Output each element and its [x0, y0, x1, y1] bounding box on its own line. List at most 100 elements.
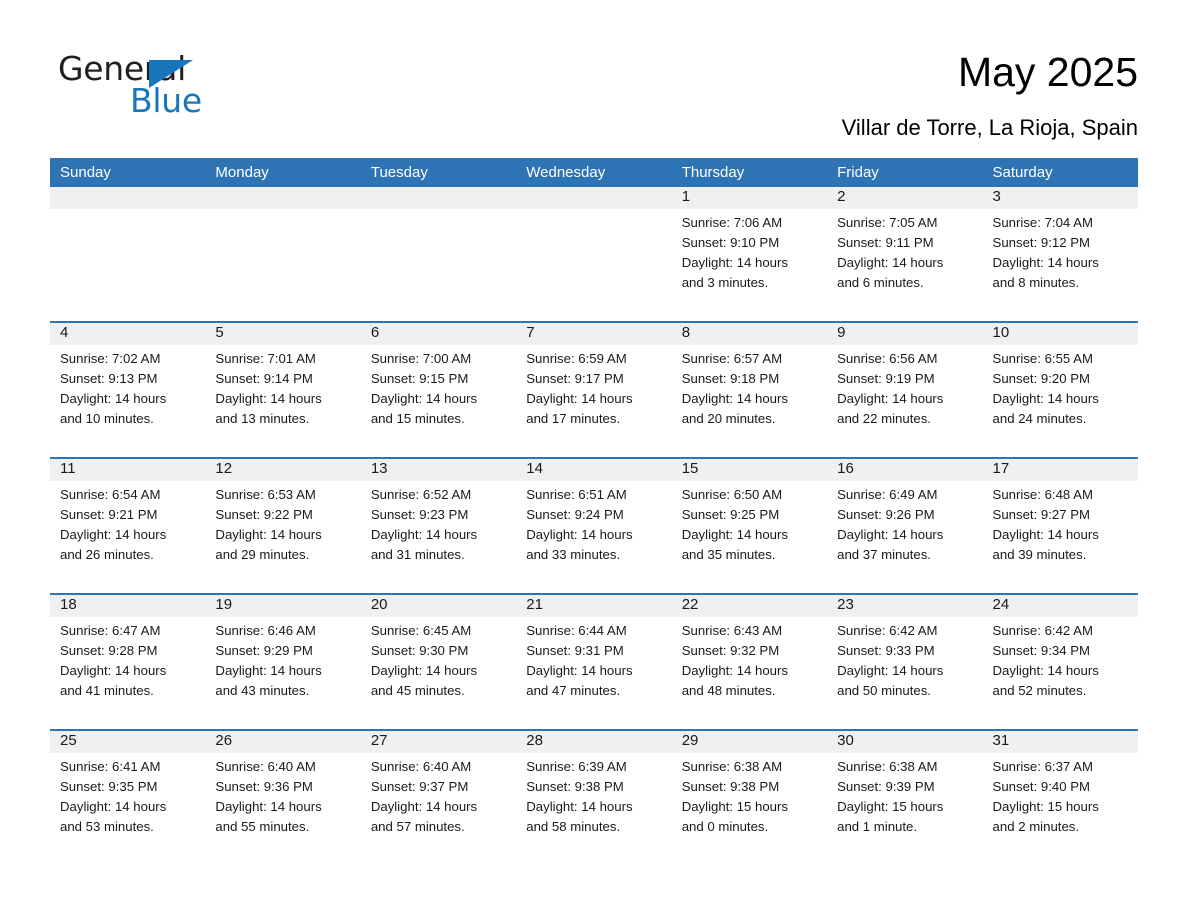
calendar-day-cell[interactable]: 17 Sunrise: 6:48 AM Sunset: 9:27 PM Dayligh…: [983, 459, 1138, 593]
calendar-day-cell[interactable]: 31 Sunrise: 6:37 AM Sunset: 9:40 PM Dayligh…: [983, 731, 1138, 865]
day-details: Sunrise: 6:51 AM Sunset: 9:24 PM Daylight:…: [516, 481, 671, 565]
daylight-text-line2: and 47 minutes.: [526, 683, 621, 698]
day-details: Sunrise: 7:06 AM Sunset: 9:10 PM Daylight:…: [672, 209, 827, 293]
sunrise-text: Sunrise: 6:42 AM: [992, 623, 1093, 638]
calendar-day-cell[interactable]: 27 Sunrise: 6:40 AM Sunset: 9:37 PM Dayligh…: [361, 731, 516, 865]
calendar-day-cell[interactable]: 22 Sunrise: 6:43 AM Sunset: 9:32 PM Dayligh…: [672, 595, 827, 729]
calendar-day-cell[interactable]: 5 Sunrise: 7:01 AM Sunset: 9:14 PM Daylight…: [205, 323, 360, 457]
calendar-day-cell-empty: [361, 187, 516, 321]
daylight-text-line2: and 31 minutes.: [370, 547, 465, 562]
day-number: 16: [837, 460, 854, 477]
calendar-day-cell[interactable]: 1 Sunrise: 7:06 AM Sunset: 9:10 PM Daylight…: [672, 187, 827, 321]
sunset-text: Sunset: 9:39 PM: [837, 779, 935, 794]
sunset-text: Sunset: 9:29 PM: [215, 643, 313, 658]
calendar-day-cell[interactable]: 19 Sunrise: 6:46 AM Sunset: 9:29 PM Dayligh…: [205, 595, 360, 729]
daylight-text-line1: Daylight: 14 hours: [681, 663, 788, 678]
calendar-day-cell[interactable]: 6 Sunrise: 7:00 AM Sunset: 9:15 PM Daylight…: [361, 323, 516, 457]
daylight-text-line2: and 3 minutes.: [681, 275, 769, 290]
sunset-text: Sunset: 9:20 PM: [992, 371, 1091, 386]
day-number: 1: [681, 188, 691, 205]
daylight-text-line1: Daylight: 14 hours: [992, 527, 1099, 542]
daylight-text-line1: Daylight: 15 hours: [681, 799, 788, 814]
day-details: Sunrise: 6:55 AM Sunset: 9:20 PM Daylight:…: [983, 345, 1138, 429]
day-details: Sunrise: 6:37 AM Sunset: 9:40 PM Daylight:…: [983, 753, 1138, 837]
calendar-day-cell[interactable]: 9 Sunrise: 6:56 AM Sunset: 9:19 PM Daylight…: [827, 323, 982, 457]
sunrise-text: Sunrise: 6:50 AM: [681, 487, 783, 502]
day-number: 28: [526, 732, 543, 749]
calendar-day-cell[interactable]: 14 Sunrise: 6:51 AM Sunset: 9:24 PM Dayligh…: [516, 459, 671, 593]
daylight-text-line2: and 33 minutes.: [526, 547, 621, 562]
day-number: 31: [992, 732, 1010, 749]
day-number: 13: [370, 460, 388, 477]
daylight-text-line2: and 26 minutes.: [60, 547, 154, 562]
calendar-day-cell[interactable]: 24 Sunrise: 6:42 AM Sunset: 9:34 PM Dayligh…: [983, 595, 1138, 729]
day-details: Sunrise: 6:47 AM Sunset: 9:28 PM Daylight:…: [50, 617, 205, 701]
calendar-day-cell[interactable]: 28 Sunrise: 6:39 AM Sunset: 9:38 PM Dayligh…: [516, 731, 671, 865]
daylight-text-line1: Daylight: 14 hours: [526, 663, 633, 678]
day-details: Sunrise: 6:40 AM Sunset: 9:37 PM Daylight:…: [361, 753, 516, 837]
page-title: May 2025: [957, 49, 1138, 95]
daylight-text-line2: and 52 minutes.: [992, 683, 1087, 698]
calendar-week-row: 25 Sunrise: 6:41 AM Sunset: 9:35 PM Dayligh…: [50, 729, 1138, 865]
calendar-day-cell[interactable]: 13 Sunrise: 6:52 AM Sunset: 9:23 PM Dayligh…: [361, 459, 516, 593]
sunrise-text: Sunrise: 6:56 AM: [837, 351, 938, 366]
daylight-text-line1: Daylight: 14 hours: [370, 527, 478, 542]
sunset-text: Sunset: 9:15 PM: [370, 371, 469, 386]
calendar-day-cell[interactable]: 15 Sunrise: 6:50 AM Sunset: 9:25 PM Dayligh…: [672, 459, 827, 593]
sunset-text: Sunset: 9:23 PM: [370, 507, 469, 522]
day-number: 30: [837, 732, 854, 749]
calendar-day-cell[interactable]: 3 Sunrise: 7:04 AM Sunset: 9:12 PM Daylight…: [983, 187, 1138, 321]
sunrise-text: Sunrise: 6:40 AM: [370, 759, 472, 774]
calendar-day-cell[interactable]: 2 Sunrise: 7:05 AM Sunset: 9:11 PM Daylight…: [827, 187, 982, 321]
calendar-day-cell[interactable]: 18 Sunrise: 6:47 AM Sunset: 9:28 PM Dayligh…: [50, 595, 205, 729]
daylight-text-line2: and 35 minutes.: [681, 547, 776, 562]
calendar-day-cell[interactable]: 10 Sunrise: 6:55 AM Sunset: 9:20 PM Dayligh…: [983, 323, 1138, 457]
daylight-text-line1: Daylight: 14 hours: [60, 663, 167, 678]
sunrise-text: Sunrise: 6:52 AM: [370, 487, 472, 502]
day-number: 8: [681, 324, 691, 341]
day-details: Sunrise: 6:42 AM Sunset: 9:33 PM Daylight:…: [827, 617, 982, 701]
calendar-day-cell[interactable]: 4 Sunrise: 7:02 AM Sunset: 9:13 PM Daylight…: [50, 323, 205, 457]
calendar-weeks: 1 Sunrise: 7:06 AM Sunset: 9:10 PM Daylight…: [50, 187, 1138, 865]
sunset-text: Sunset: 9:38 PM: [681, 779, 780, 794]
calendar-day-cell[interactable]: 20 Sunrise: 6:45 AM Sunset: 9:30 PM Dayligh…: [361, 595, 516, 729]
sunset-text: Sunset: 9:36 PM: [215, 779, 313, 794]
calendar-day-cell[interactable]: 16 Sunrise: 6:49 AM Sunset: 9:26 PM Dayligh…: [827, 459, 982, 593]
day-number: 9: [837, 324, 846, 341]
sunset-text: Sunset: 9:35 PM: [60, 779, 158, 794]
calendar-day-cell[interactable]: 29 Sunrise: 6:38 AM Sunset: 9:38 PM Dayligh…: [672, 731, 827, 865]
day-number: 5: [215, 324, 224, 341]
calendar-grid: Sunday Monday Tuesday Wednesday Thursday…: [50, 158, 1138, 865]
daylight-text-line1: Daylight: 14 hours: [370, 799, 478, 814]
daylight-text-line2: and 39 minutes.: [992, 547, 1087, 562]
day-details: Sunrise: 6:38 AM Sunset: 9:39 PM Daylight:…: [827, 753, 982, 837]
daylight-text-line1: Daylight: 14 hours: [526, 527, 633, 542]
calendar-day-cell[interactable]: 12 Sunrise: 6:53 AM Sunset: 9:22 PM Dayligh…: [205, 459, 360, 593]
calendar-day-cell[interactable]: 7 Sunrise: 6:59 AM Sunset: 9:17 PM Daylight…: [516, 323, 671, 457]
calendar-day-cell-empty: [50, 187, 205, 321]
sunset-text: Sunset: 9:18 PM: [681, 371, 780, 386]
sunset-text: Sunset: 9:21 PM: [60, 507, 158, 522]
calendar-day-cell[interactable]: 23 Sunrise: 6:42 AM Sunset: 9:33 PM Dayligh…: [827, 595, 982, 729]
calendar-week-row: 11 Sunrise: 6:54 AM Sunset: 9:21 PM Dayligh…: [50, 457, 1138, 593]
calendar-week-row: 1 Sunrise: 7:06 AM Sunset: 9:10 PM Daylight…: [50, 187, 1138, 321]
weekday-header-thursday: Thursday: [681, 164, 745, 181]
daylight-text-line1: Daylight: 14 hours: [526, 391, 633, 406]
calendar-page: General Blue May 2025 Villar de Torre, L…: [0, 0, 1188, 918]
daylight-text-line2: and 41 minutes.: [60, 683, 154, 698]
day-details: Sunrise: 6:38 AM Sunset: 9:38 PM Daylight:…: [672, 753, 827, 837]
calendar-day-cell[interactable]: 21 Sunrise: 6:44 AM Sunset: 9:31 PM Dayligh…: [516, 595, 671, 729]
calendar-day-cell[interactable]: 30 Sunrise: 6:38 AM Sunset: 9:39 PM Dayligh…: [827, 731, 982, 865]
daylight-text-line1: Daylight: 14 hours: [992, 391, 1099, 406]
sunset-text: Sunset: 9:13 PM: [60, 371, 158, 386]
calendar-day-cell[interactable]: 25 Sunrise: 6:41 AM Sunset: 9:35 PM Dayligh…: [50, 731, 205, 865]
calendar-day-cell[interactable]: 11 Sunrise: 6:54 AM Sunset: 9:21 PM Dayligh…: [50, 459, 205, 593]
daylight-text-line1: Daylight: 14 hours: [837, 663, 944, 678]
day-number: 23: [837, 596, 854, 613]
calendar-day-cell[interactable]: 26 Sunrise: 6:40 AM Sunset: 9:36 PM Dayligh…: [205, 731, 360, 865]
day-number: 19: [215, 596, 233, 613]
day-number: 14: [526, 460, 543, 477]
sunrise-text: Sunrise: 6:44 AM: [526, 623, 627, 638]
daylight-text-line1: Daylight: 14 hours: [681, 255, 788, 270]
calendar-day-cell[interactable]: 8 Sunrise: 6:57 AM Sunset: 9:18 PM Daylight…: [672, 323, 827, 457]
